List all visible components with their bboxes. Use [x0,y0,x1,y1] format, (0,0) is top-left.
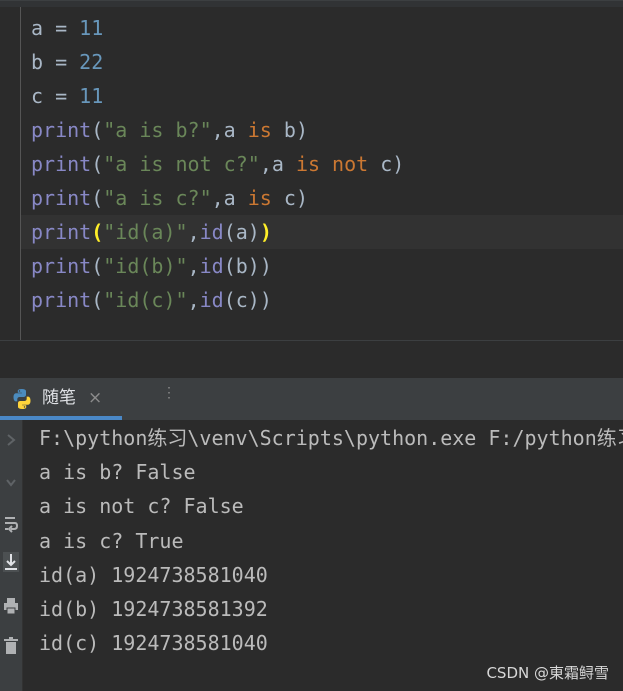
code-token: ) [259,220,272,244]
code-token: (c)) [223,288,272,312]
rerun-icon[interactable] [0,426,22,454]
code-token: 22 [79,50,104,74]
console-command-line: F:\python练习\venv\Scripts\python.exe F:/p… [39,426,623,450]
code-area[interactable]: a = 11 b = 22 c = 11 print("a is b?",a is b… [21,7,623,341]
code-token: (b)) [223,254,272,278]
print-icon[interactable] [0,592,22,620]
code-token: , [187,220,200,244]
code-token: ( [91,288,104,312]
soft-wrap-icon[interactable] [0,510,22,538]
code-token: print [31,288,92,312]
code-token: "id(b)" [103,254,188,278]
code-token: "a is not c?" [103,152,260,176]
code-token: c) [271,186,308,210]
code-token: id [199,288,224,312]
close-icon[interactable]: × [88,378,102,418]
python-icon [13,389,31,409]
code-line[interactable]: print("id(a)",id(a)) [21,215,623,249]
code-token: = [43,84,80,108]
ide-window: a = 11 b = 22 c = 11 print("a is b?",a is b… [0,0,623,691]
run-tab[interactable]: 随笔 × [0,378,122,420]
code-line[interactable]: print("id(c)",id(c)) [21,283,623,317]
code-token: 11 [79,84,104,108]
code-token: (a) [223,220,260,244]
code-token: , [187,254,200,278]
editor-gutter[interactable] [0,7,21,341]
code-token: ( [91,186,104,210]
code-token: = [43,16,80,40]
run-tool-window-header: 随笔 × ⋮ [0,378,623,420]
console-output-line: a is b? False [39,460,196,485]
code-line[interactable]: print("a is c?",a is c) [21,181,623,215]
code-token: , [187,288,200,312]
code-token: "a is c?" [103,186,212,210]
code-token: b) [271,118,308,142]
code-token: print [31,220,92,244]
code-token: ( [91,118,104,142]
run-tool-window: F:\python练习\venv\Scripts\python.exe F:/p… [0,420,623,691]
code-line[interactable]: c = 11 [21,79,623,113]
run-tab-label: 随笔 [42,388,76,408]
code-token: = [43,50,80,74]
console-output-line: a is c? True [39,528,184,553]
console-output-line: a is not c? False [39,494,244,519]
code-line[interactable]: print("id(b)",id(b)) [21,249,623,283]
code-token: b [31,50,44,74]
code-token: print [31,118,92,142]
code-token: ,a [211,186,248,210]
scroll-to-end-icon[interactable] [0,548,22,576]
code-token: ( [91,220,104,244]
console-output-line: id(b) 1924738581392 [39,597,268,621]
code-token: is not [295,152,369,176]
code-token: id [199,254,224,278]
code-token: a [31,16,44,40]
run-toolbar [0,420,23,691]
code-token: print [31,254,92,278]
console-output-line: id(c) 1924738581040 [39,631,268,656]
console-output[interactable]: F:\python练习\venv\Scripts\python.exe F:/p… [23,420,623,691]
watermark: CSDN @東霜鲟雪 [486,664,609,682]
code-token: print [31,152,92,176]
code-line[interactable]: a = 11 [21,11,623,45]
code-token: print [31,186,92,210]
code-line[interactable]: print("a is not c?",a is not c) [21,147,623,181]
stop-icon[interactable] [0,470,22,498]
editor-bottom-area [0,340,623,379]
code-token: is [247,186,272,210]
code-token: id [199,220,224,244]
code-token: c) [368,152,405,176]
header-separator: ⋮ [162,385,176,401]
code-token: c [31,84,44,108]
code-token: ( [91,254,104,278]
code-token: is [247,118,272,142]
code-token: ( [91,152,104,176]
code-token: 11 [79,16,104,40]
code-line[interactable]: b = 22 [21,45,623,79]
code-token: ,a [259,152,296,176]
code-line[interactable]: print("a is b?",a is b) [21,113,623,147]
code-editor[interactable]: a = 11 b = 22 c = 11 print("a is b?",a is b… [0,0,623,341]
code-token: ,a [211,118,248,142]
code-token: "id(a)" [103,220,188,244]
code-token: "a is b?" [103,118,212,142]
console-output-line: id(a) 1924738581040 [39,562,268,587]
code-token: "id(c)" [103,288,188,312]
delete-icon[interactable] [0,632,22,660]
